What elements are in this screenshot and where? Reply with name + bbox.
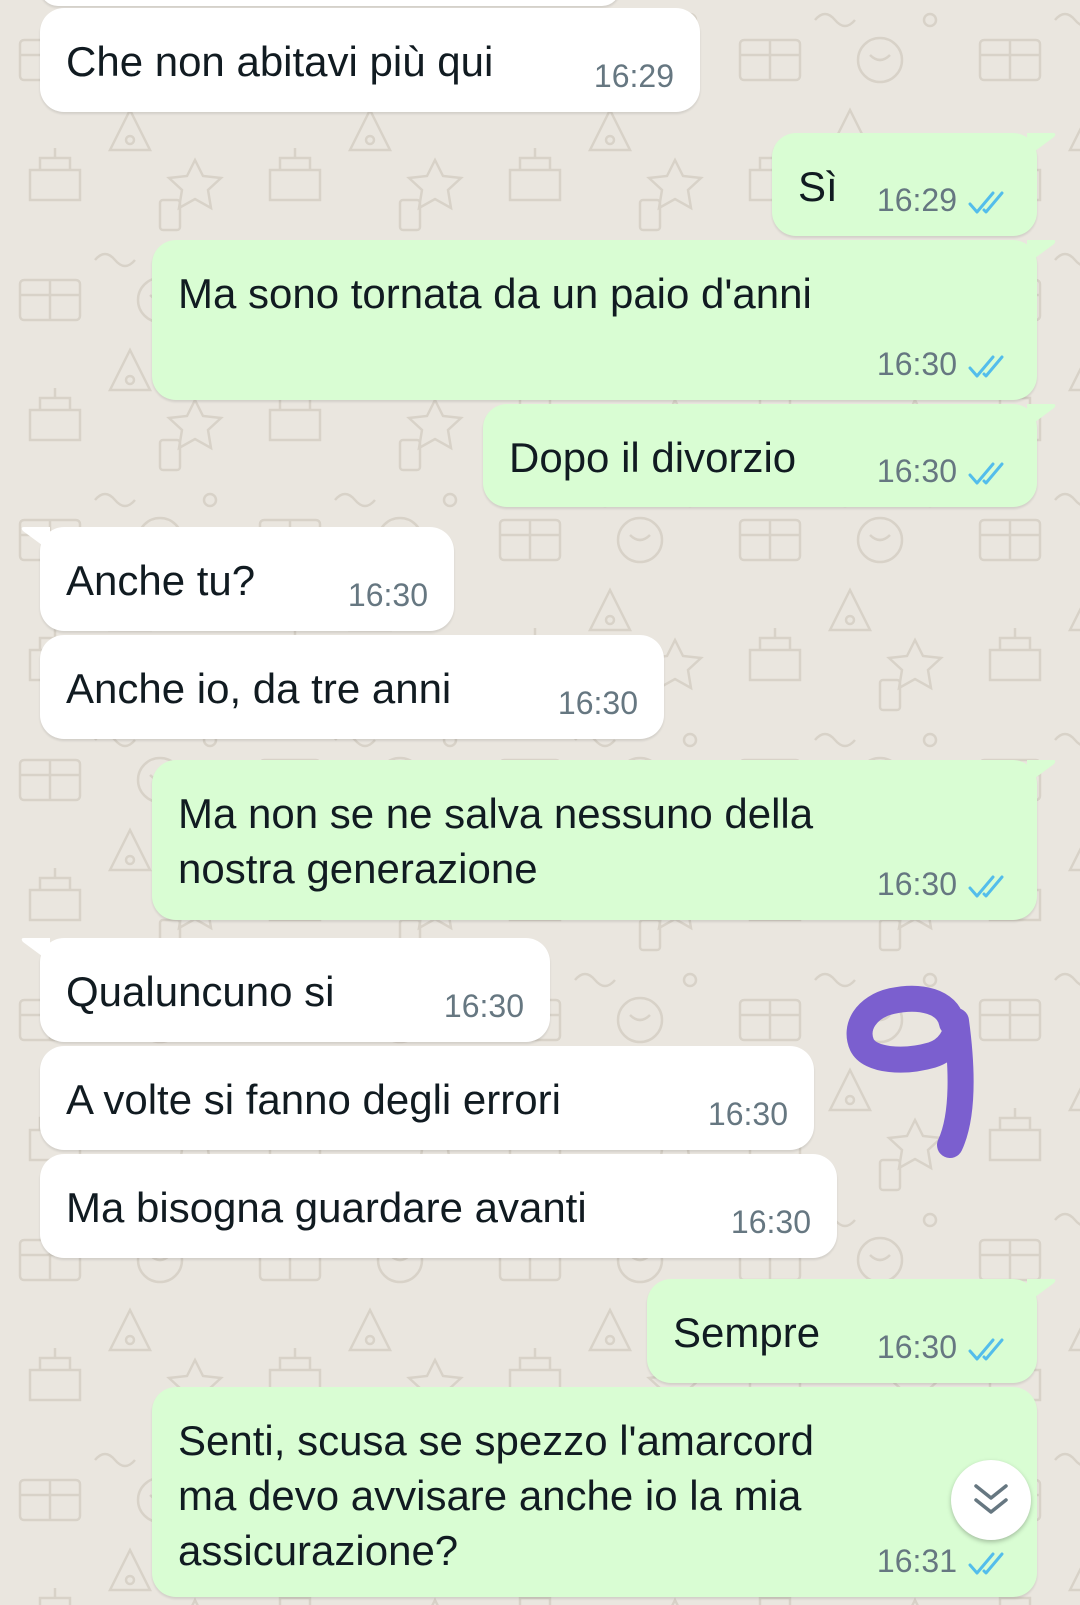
previous-message-edge <box>40 0 620 6</box>
outgoing-message-bubble[interactable]: Dopo il divorzio 16:30 <box>483 404 1037 507</box>
outgoing-message-bubble[interactable]: Sempre 16:30 <box>647 1279 1037 1383</box>
message-timestamp: 16:30 <box>443 988 524 1024</box>
handwritten-annotation-nine <box>846 985 974 1158</box>
outgoing-message-bubble[interactable]: Ma non se ne salva nessuno della nostra … <box>152 760 1037 920</box>
message-text: Anche io, da tre anni <box>66 665 452 712</box>
message-timestamp: 16:30 <box>876 866 957 902</box>
message-text: Che non abitavi più qui <box>66 38 494 85</box>
bubble-tail <box>21 527 50 551</box>
incoming-message-bubble[interactable]: Anche tu? 16:30 <box>40 527 454 631</box>
read-receipt-double-check-icon <box>968 875 1004 898</box>
bubble-tail <box>1027 240 1056 264</box>
bubble-tail <box>1027 133 1056 157</box>
outgoing-message-bubble[interactable]: Senti, scusa se spezzo l'amarcord ma dev… <box>152 1387 1037 1597</box>
message-text: A volte si fanno degli errori <box>66 1076 561 1123</box>
incoming-message-bubble[interactable]: Che non abitavi più qui 16:29 <box>40 8 700 112</box>
bubble-tail <box>1027 404 1056 428</box>
read-receipt-double-check-icon <box>968 1552 1004 1575</box>
double-chevron-down-icon <box>974 1484 1008 1514</box>
message-text: Sì <box>798 163 838 210</box>
bubble-tail <box>1027 760 1056 784</box>
scroll-to-bottom-button[interactable] <box>951 1460 1031 1540</box>
message-text: Dopo il divorzio <box>509 434 797 481</box>
message-timestamp: 16:29 <box>593 58 674 94</box>
message-text: Qualuncuno si <box>66 968 335 1015</box>
message-text: Anche tu? <box>66 557 256 604</box>
message-text: Sempre <box>673 1309 821 1356</box>
outgoing-message-bubble[interactable]: Ma sono tornata da un paio d'anni 16:30 <box>152 240 1037 400</box>
read-receipt-double-check-icon <box>968 1338 1004 1361</box>
message-timestamp: 16:30 <box>876 1329 957 1365</box>
message-text: Senti, scusa se spezzo l'amarcord ma dev… <box>178 1417 814 1574</box>
incoming-message-bubble[interactable]: A volte si fanno degli errori 16:30 <box>40 1046 814 1150</box>
message-timestamp: 16:30 <box>707 1096 788 1132</box>
message-text: Ma non se ne salva nessuno della nostra … <box>178 790 814 892</box>
message-timestamp: 16:29 <box>876 182 957 218</box>
message-timestamp: 16:30 <box>876 453 957 489</box>
incoming-message-bubble[interactable]: Anche io, da tre anni 16:30 <box>40 635 664 739</box>
incoming-message-bubble[interactable]: Ma bisogna guardare avanti 16:30 <box>40 1154 837 1258</box>
bubble-tail <box>1027 1279 1056 1303</box>
message-text: Ma sono tornata da un paio d'anni <box>178 270 812 317</box>
message-timestamp: 16:31 <box>876 1543 957 1579</box>
message-timestamp: 16:30 <box>557 685 638 721</box>
message-timestamp: 16:30 <box>347 577 428 613</box>
bubble-tail <box>21 938 50 962</box>
read-receipt-double-check-icon <box>968 191 1004 214</box>
incoming-message-bubble[interactable]: Qualuncuno si 16:30 <box>40 938 550 1042</box>
message-text: Ma bisogna guardare avanti <box>66 1184 587 1231</box>
read-receipt-double-check-icon <box>968 462 1004 485</box>
message-timestamp: 16:30 <box>876 346 957 382</box>
outgoing-message-bubble[interactable]: Sì 16:29 <box>772 133 1037 236</box>
message-timestamp: 16:30 <box>730 1204 811 1240</box>
read-receipt-double-check-icon <box>968 355 1004 378</box>
